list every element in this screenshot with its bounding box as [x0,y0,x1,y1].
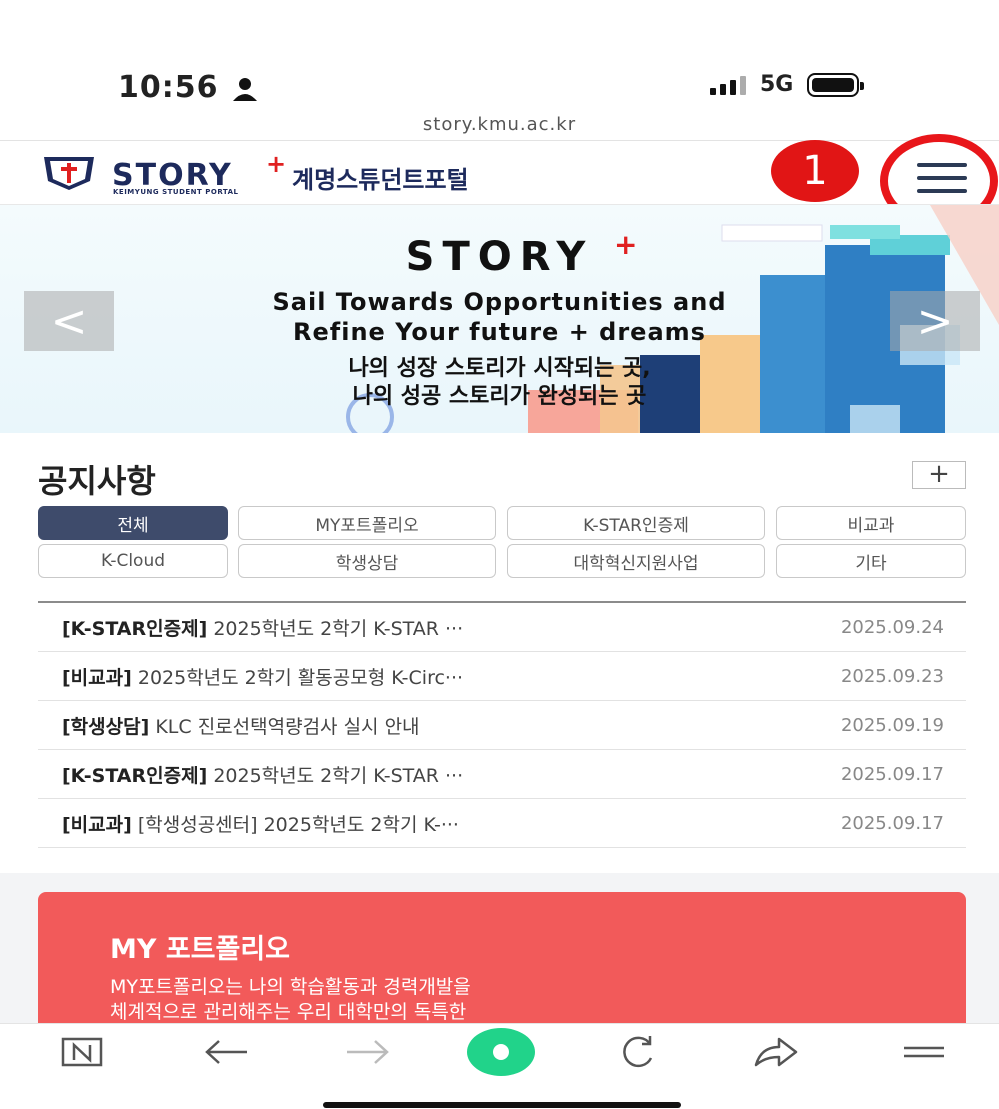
notice-row[interactable]: [K-STAR인증제] 2025학년도 2학기 K-STAR ··· 2025.… [38,750,966,799]
notices-more-button[interactable]: + [912,461,966,489]
notice-tag: [K-STAR인증제] [62,617,208,640]
notice-title: [학생성공센터] 2025학년도 2학기 K-··· [131,813,459,836]
category-tab-counseling[interactable]: 학생상담 [238,544,496,578]
notice-date: 2025.09.17 [840,763,944,785]
url-bar[interactable]: story.kmu.ac.kr [0,114,999,135]
portal-title[interactable]: 계명스튜던트포털 [292,160,469,195]
notice-date: 2025.09.23 [840,665,944,687]
notice-title: 2025학년도 2학기 K-STAR ··· [207,617,464,640]
person-icon [233,78,257,101]
notice-row[interactable]: [비교과] [학생성공센터] 2025학년도 2학기 K-··· 2025.09… [38,799,966,848]
banner-next-button[interactable]: > [890,291,980,351]
notice-date: 2025.09.19 [840,714,944,736]
category-tab-innovation[interactable]: 대학혁신지원사업 [507,544,765,578]
browser-menu-icon[interactable] [900,1028,948,1076]
notice-row[interactable]: [K-STAR인증제] 2025학년도 2학기 K-STAR ··· 2025.… [38,603,966,652]
logo-plus: + [266,150,287,178]
reload-icon[interactable] [614,1028,662,1076]
banner-korean-line2: 나의 성공 스토리가 완성되는 곳 [352,384,647,409]
naver-green-dot-icon[interactable] [466,1026,536,1078]
category-tab-k-star[interactable]: K-STAR인증제 [507,506,765,540]
portfolio-title: MY 포트폴리오 [110,934,291,965]
banner-slogan-line2: Refine Your future + dreams [293,318,706,346]
category-tab-etc[interactable]: 기타 [776,544,966,578]
banner-prev-button[interactable]: < [24,291,114,351]
portfolio-description: MY포트폴리오는 나의 학습활동과 경력개발을 [110,976,471,998]
notice-tag: [비교과] [62,813,132,836]
back-arrow-icon[interactable] [202,1028,250,1076]
share-icon[interactable] [752,1028,800,1076]
notice-tag: [학생상담] [62,715,150,738]
banner-title-plus: + [614,228,638,261]
naver-n-icon[interactable] [58,1028,106,1076]
notice-tag: [비교과] [62,666,132,689]
notice-tag: [K-STAR인증제] [62,764,208,787]
logo-subtitle: KEIMYUNG STUDENT PORTAL [113,188,239,196]
forward-arrow-icon[interactable] [344,1028,392,1076]
step-number-badge: 1 [771,140,859,202]
notice-row[interactable]: [학생상담] KLC 진로선택역량검사 실시 안내 2025.09.19 [38,701,966,750]
notices-title: 공지사항 [38,462,156,500]
university-emblem-icon [44,157,94,190]
notice-date: 2025.09.17 [840,812,944,834]
status-time: 10:56 [118,70,219,105]
category-tab-extracurricular[interactable]: 비교과 [776,506,966,540]
battery-icon [807,72,865,97]
hamburger-menu-icon[interactable] [917,163,967,193]
banner-slogan-line1: Sail Towards Opportunities and [272,288,727,316]
notice-date: 2025.09.24 [840,616,944,638]
network-label: 5G [760,72,794,97]
category-tab-k-cloud[interactable]: K-Cloud [38,544,228,578]
category-tab-all[interactable]: 전체 [38,506,228,540]
category-tab-my-portfolio[interactable]: MY포트폴리오 [238,506,496,540]
portfolio-description: 체계적으로 관리해주는 우리 대학만의 독특한 [110,1001,467,1023]
notice-title: 2025학년도 2학기 활동공모형 K-Circ··· [131,666,464,689]
divider [0,140,999,141]
status-indicators: 5G [710,72,865,97]
signal-icon [710,75,746,95]
notice-title: KLC 진로선택역량검사 실시 안내 [149,715,420,738]
home-indicator [323,1102,681,1108]
banner-title: STORY [405,234,594,280]
notice-row[interactable]: [비교과] 2025학년도 2학기 활동공모형 K-Circ··· 2025.0… [38,652,966,701]
notice-title: 2025학년도 2학기 K-STAR ··· [207,764,464,787]
